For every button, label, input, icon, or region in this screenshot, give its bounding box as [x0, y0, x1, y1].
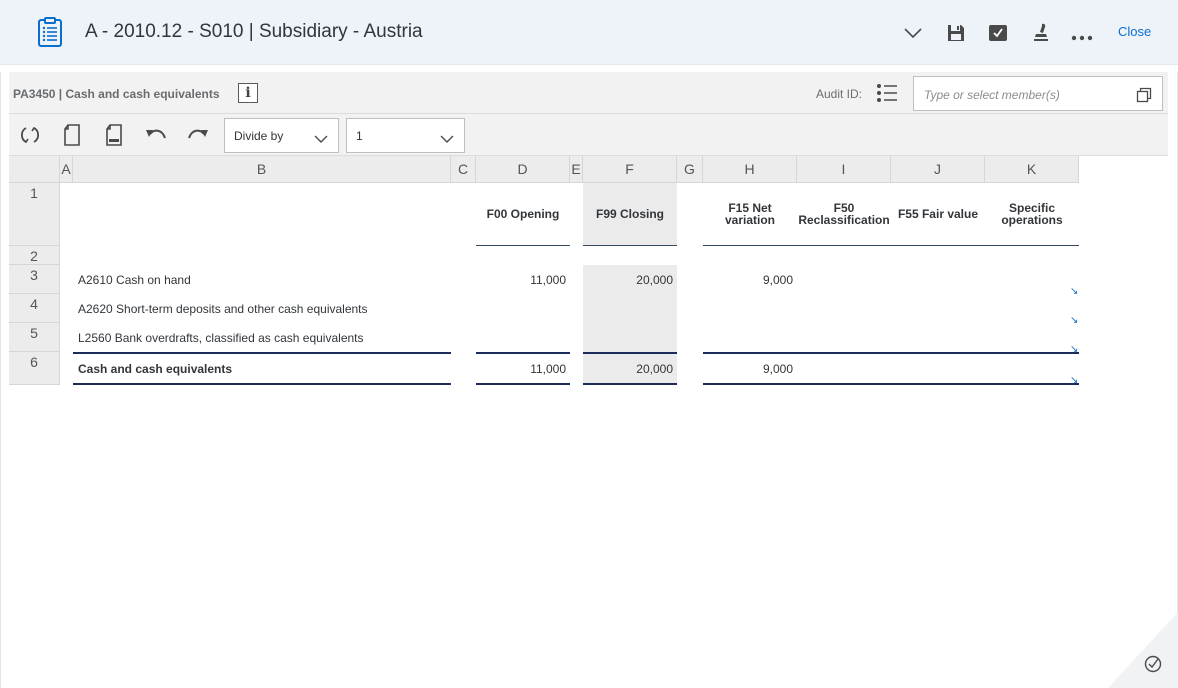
save-icon[interactable]	[943, 20, 969, 46]
column-header-c[interactable]: C	[451, 156, 476, 183]
value-help-icon[interactable]	[1136, 87, 1152, 103]
drilldown-arrow-icon[interactable]: ↘	[1070, 286, 1078, 297]
row-header-3[interactable]: 3	[9, 265, 60, 294]
cell-h3[interactable]: 9,000	[703, 273, 793, 287]
header-underline	[583, 245, 677, 246]
drilldown-arrow-icon[interactable]: ↘	[1070, 315, 1078, 326]
divide-by-select[interactable]: Divide by	[224, 118, 339, 153]
total-label: Cash and cash equivalents	[78, 362, 233, 376]
header-underline	[476, 245, 570, 246]
audit-id-label: Audit ID:	[816, 87, 863, 101]
grid-corner	[9, 156, 60, 183]
chevron-down-icon	[314, 131, 328, 143]
cell-d3[interactable]: 11,000	[476, 273, 566, 287]
subtotal-line	[476, 352, 570, 354]
cell-f6[interactable]: 20,000	[583, 362, 673, 376]
close-button[interactable]: Close	[1118, 24, 1151, 39]
scale-select[interactable]: 1	[346, 118, 465, 153]
divide-by-label: Divide by	[234, 129, 284, 143]
row-label: L2560 Bank overdrafts, classified as cas…	[78, 331, 364, 345]
header-specific-operations: Specific operations	[1001, 201, 1063, 227]
total-line	[73, 383, 451, 385]
header-f55-fair-value: F55 Fair value	[897, 207, 979, 221]
subtotal-line	[583, 352, 677, 354]
column-header-a[interactable]: A	[60, 156, 73, 183]
member-input-placeholder: Type or select member(s)	[924, 88, 1060, 102]
document-icon[interactable]	[60, 124, 84, 146]
header-f99-closing: F99 Closing	[595, 207, 664, 221]
column-header-b[interactable]: B	[73, 156, 451, 183]
checkbox-icon[interactable]	[985, 20, 1011, 46]
form-info-bar: PA3450 | Cash and cash equivalents i Aud…	[9, 72, 1168, 114]
list-icon[interactable]	[875, 82, 899, 104]
clipboard-list-icon	[37, 17, 63, 47]
column-header-d[interactable]: D	[476, 156, 570, 183]
header-f00-opening: F00 Opening	[486, 207, 560, 221]
row-header-1[interactable]: 1	[9, 183, 60, 246]
undo-icon[interactable]	[144, 124, 168, 146]
row-header-2[interactable]: 2	[9, 246, 60, 265]
cell-d6[interactable]: 11,000	[476, 362, 566, 376]
cell-h6[interactable]: 9,000	[703, 362, 793, 376]
more-icon[interactable]	[1069, 24, 1095, 50]
column-header-h[interactable]: H	[703, 156, 797, 183]
row-header-4[interactable]: 4	[9, 294, 60, 323]
subtotal-line	[73, 352, 451, 354]
stamp-icon[interactable]	[1028, 20, 1054, 46]
chevron-down-icon	[440, 131, 454, 143]
row-label: A2620 Short-term deposits and other cash…	[78, 302, 368, 316]
column-header-k[interactable]: K	[985, 156, 1079, 183]
header-f15-net-variation: F15 Net variation	[724, 201, 775, 227]
app-header: A - 2010.12 - S010 | Subsidiary - Austri…	[0, 0, 1178, 65]
redo-icon[interactable]	[186, 124, 210, 146]
grid-toolbar: Divide by 1	[9, 114, 1168, 156]
check-status-icon[interactable]	[1143, 650, 1165, 672]
document-footer-icon[interactable]	[102, 124, 126, 146]
info-icon[interactable]: i	[238, 83, 258, 103]
total-line	[703, 383, 1079, 385]
member-search-input[interactable]: Type or select member(s)	[913, 76, 1163, 111]
row-header-5[interactable]: 5	[9, 323, 60, 352]
subtotal-line	[703, 352, 1079, 354]
column-header-g[interactable]: G	[677, 156, 703, 183]
refresh-icon[interactable]	[18, 124, 42, 146]
page-title: A - 2010.12 - S010 | Subsidiary - Austri…	[85, 21, 423, 42]
total-line	[583, 383, 677, 385]
form-title: PA3450 | Cash and cash equivalents	[13, 87, 220, 101]
scale-value: 1	[356, 129, 363, 143]
column-header-j[interactable]: J	[891, 156, 985, 183]
header-f50-reclassification: F50 Reclassification	[798, 201, 890, 227]
total-line	[476, 383, 570, 385]
header-underline	[703, 245, 1079, 246]
data-grid: A B C D E F G H I J K 1 2 3 4 5 6 F00 Op…	[9, 156, 1079, 386]
chevron-down-icon[interactable]	[900, 20, 926, 46]
column-header-f[interactable]: F	[583, 156, 677, 183]
row-header-6[interactable]: 6	[9, 352, 60, 385]
column-header-e[interactable]: E	[570, 156, 583, 183]
row-label: A2610 Cash on hand	[78, 273, 191, 287]
column-header-i[interactable]: I	[797, 156, 891, 183]
cell-f3[interactable]: 20,000	[583, 273, 673, 287]
